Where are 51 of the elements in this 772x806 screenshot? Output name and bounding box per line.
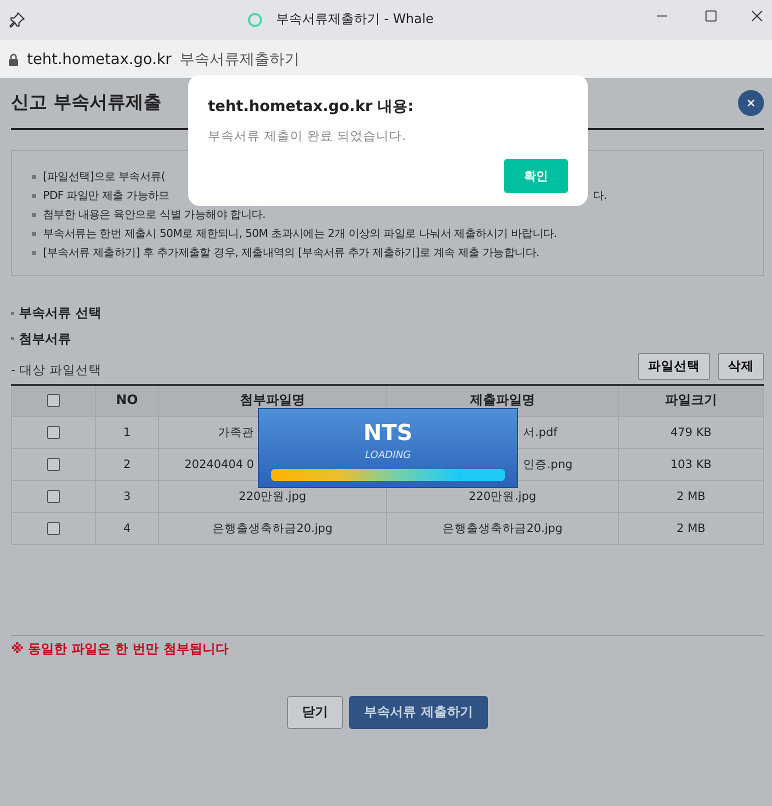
window-title: 부속서류제출하기 - Whale	[276, 11, 434, 29]
dialog-title: teht.hometax.go.kr 내용:	[208, 97, 415, 115]
pin-icon[interactable]	[9, 12, 25, 28]
page-title: 부속서류제출하기	[180, 48, 300, 70]
table-cell: 3	[96, 480, 158, 513]
bullet-icon	[11, 312, 14, 315]
table-cell: 은행출생축하금20.jpg	[158, 512, 386, 545]
checkbox[interactable]	[47, 458, 60, 472]
section-title: 첨부서류	[19, 332, 71, 346]
checkbox[interactable]	[47, 394, 60, 408]
bullet-icon	[32, 194, 36, 198]
table-cell: 2 MB	[618, 512, 764, 545]
maximize-icon[interactable]	[705, 10, 717, 22]
submit-button[interactable]: 부속서류 제출하기	[349, 696, 488, 729]
table-cell: 은행출생축하금20.jpg	[386, 512, 618, 545]
notice-text: PDF 파일만 제출 가능하므	[43, 188, 170, 204]
loading-circle-icon	[248, 12, 262, 27]
close-button[interactable]: 닫기	[287, 696, 344, 729]
table-cell: 2 MB	[618, 480, 764, 513]
section-title: 부속서류 선택	[19, 306, 102, 321]
table-cell: 4	[96, 512, 158, 545]
table-cell: 479 KB	[618, 416, 764, 449]
page-heading: 신고 부속서류제출	[11, 92, 162, 114]
checkbox[interactable]	[47, 490, 60, 504]
url-text: teht.hometax.go.kr	[27, 48, 172, 70]
notice-text: 다.	[593, 188, 607, 204]
notice-text: [파일선택]으로 부속서류(	[43, 169, 166, 185]
table-cell: 103 KB	[618, 448, 764, 481]
warning-text: ※ 동일한 파일은 한 번만 첨부됩니다	[11, 635, 764, 660]
checkbox[interactable]	[47, 522, 60, 536]
column-header: 파일크기	[618, 384, 764, 417]
notice-text: [부속서류 제출하기] 후 추가제출할 경우, 제출내역의 [부속서류 추가 제출하기]로 계속 제출 가능합니다.	[43, 245, 540, 261]
bullet-icon	[32, 212, 36, 216]
bullet-icon	[32, 232, 36, 236]
file-select-label: - 대상 파일선택	[11, 361, 102, 379]
close-button[interactable]	[738, 90, 764, 116]
lock-icon	[8, 52, 19, 66]
file-select-button[interactable]: 파일선택	[638, 353, 710, 380]
notice-text: 부속서류는 한번 제출시 50M로 제한되니, 50M 초과시에는 2개 이상의 파일로 나눠서 제출하시기 바랍니다.	[43, 226, 557, 242]
table-cell: 1	[96, 416, 158, 449]
bullet-icon	[32, 174, 36, 178]
notice-text: 첨부한 내용은 육안으로 식별 가능해야 합니다.	[43, 207, 266, 223]
close-icon	[746, 98, 756, 108]
checkbox[interactable]	[47, 426, 60, 440]
delete-button[interactable]: 삭제	[718, 353, 764, 380]
table-cell: 2	[96, 448, 158, 481]
column-header: NO	[96, 384, 158, 417]
bullet-icon	[32, 250, 36, 254]
dialog-message: 부속서류 제출이 완료 되었습니다.	[208, 127, 407, 145]
close-icon[interactable]	[751, 10, 763, 22]
bullet-icon	[11, 337, 14, 340]
